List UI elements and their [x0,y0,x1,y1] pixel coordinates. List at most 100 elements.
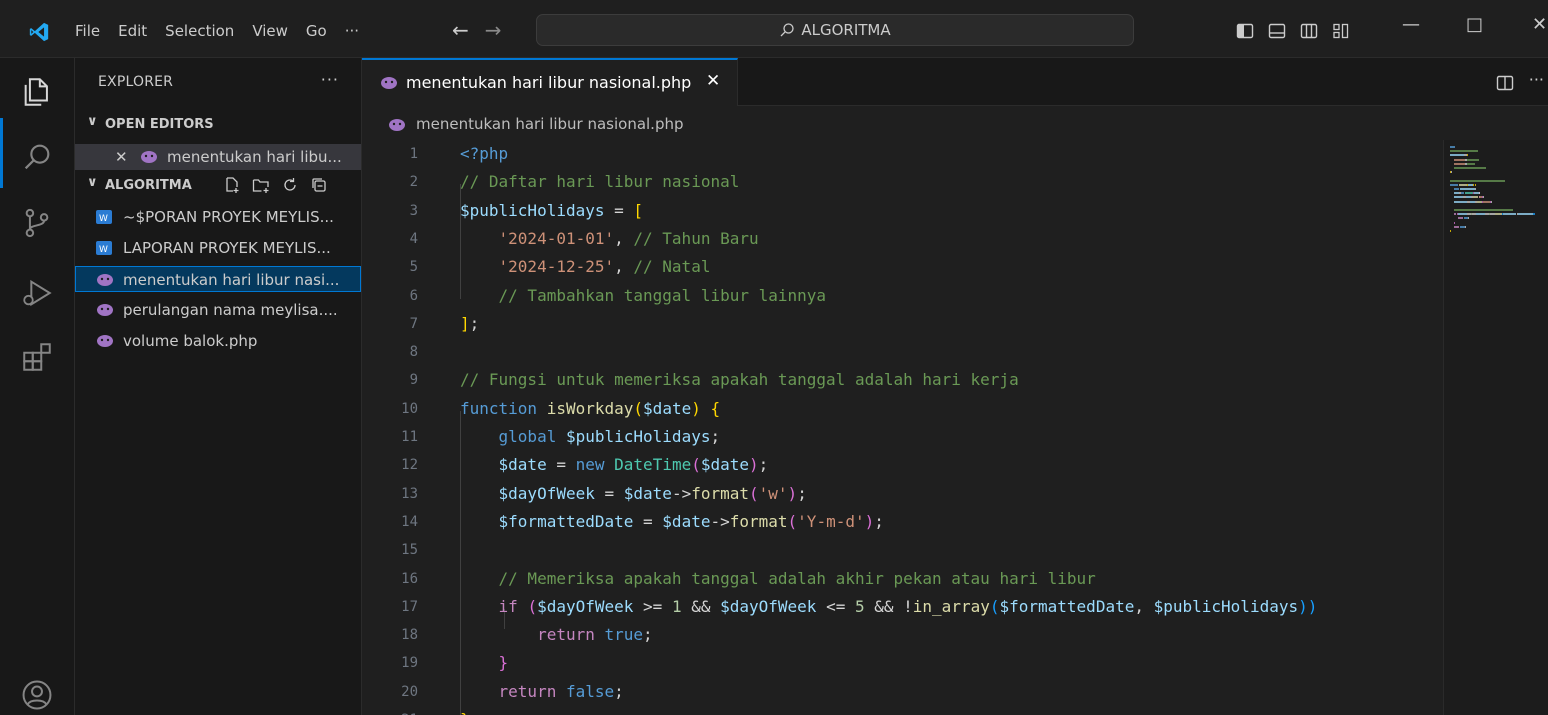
tab-more-button[interactable]: ··· [1529,70,1544,89]
code-line: // Memeriksa apakah tanggal adalah akhir… [460,569,1096,588]
split-editor-icon[interactable] [1496,74,1514,92]
close-window-button[interactable]: ✕ [1532,14,1547,35]
breadcrumb-file[interactable]: menentukan hari libur nasional.php [416,115,684,133]
extensions-icon[interactable] [20,340,54,374]
line-number: 14 [401,513,418,530]
code-token: DateTime [614,455,692,475]
command-center[interactable]: ALGORITMA [536,14,1134,46]
code-editor[interactable]: 123456789101112131415161718192021 <?php/… [362,140,1548,715]
code-line: // Fungsi untuk memeriksa apakah tanggal… [460,370,1019,389]
line-number: 12 [401,457,418,474]
menu-view[interactable]: View [243,16,297,46]
code-line: return true; [460,625,653,644]
account-icon[interactable] [20,678,54,712]
close-editor-icon[interactable]: ✕ [115,148,128,166]
minimap-mark [1453,158,1466,161]
minimap-mark [1453,225,1460,228]
code-token: $date [662,511,711,531]
toggle-primary-sidebar-icon[interactable] [1236,22,1254,40]
close-tab-icon[interactable]: ✕ [706,71,720,91]
open-editors-section[interactable]: ∨ OPEN EDITORS [75,112,362,138]
sidebar-more-button[interactable]: ··· [321,70,339,89]
code-token: $dayOfWeek [537,596,634,616]
code-line: // Daftar hari libur nasional [460,172,739,191]
file-item[interactable]: W ~$PORAN PROYEK MEYLIS... [75,204,361,230]
customize-layout-icon[interactable] [1332,22,1350,40]
code-token: , [614,228,634,248]
menu-edit[interactable]: Edit [109,16,156,46]
minimap-mark [1453,196,1464,199]
maximize-button[interactable]: □ [1466,14,1483,35]
forward-arrow-icon[interactable]: → [485,18,502,42]
code-token: ( [633,398,644,418]
vscode-logo-icon [29,22,49,42]
active-indicator [0,118,3,188]
file-item[interactable]: volume balok.php [75,328,361,354]
tab-label: menentukan hari libur nasional.php [406,73,692,92]
navigation-arrows: ← → [452,18,502,42]
minimap[interactable] [1443,140,1548,715]
run-debug-icon[interactable] [20,276,54,310]
menu-more[interactable]: ··· [336,16,368,46]
code-token: , [1134,596,1154,616]
collapse-all-icon[interactable] [310,176,328,194]
code-token: 'w' [758,483,788,503]
title-bar: File Edit Selection View Go ··· ← → ALGO… [0,0,1548,58]
code-token: function [460,398,538,418]
search-icon [780,23,795,37]
toggle-secondary-sidebar-icon[interactable] [1300,22,1318,40]
code-token: ; [758,455,769,475]
folder-label: ALGORITMA [105,178,192,193]
menu-file[interactable]: File [66,16,109,46]
code-token: // Natal [633,257,711,277]
refresh-icon[interactable] [281,176,299,194]
new-file-icon[interactable] [223,176,241,194]
minimap-mark [1483,200,1490,203]
code-token: $publicHolidays [460,200,605,220]
toggle-panel-icon[interactable] [1268,22,1286,40]
search-activity-icon[interactable] [20,140,54,174]
file-item[interactable]: W LAPORAN PROYEK MEYLIS... [75,235,361,261]
folder-tools [223,176,328,194]
file-name: ~$PORAN PROYEK MEYLIS... [123,208,334,226]
sidebar-title: EXPLORER [98,74,174,90]
code-token: = [594,483,624,503]
chevron-down-icon: ∨ [87,175,98,190]
code-token: '2024-12-25' [498,257,615,277]
code-line: $dayOfWeek = $date->format('w'); [460,484,807,503]
code-token: [ [633,200,644,220]
line-number: 13 [401,485,418,502]
editor-tab-active[interactable]: menentukan hari libur nasional.php ✕ [362,58,738,106]
menu-go[interactable]: Go [297,16,336,46]
file-name: LAPORAN PROYEK MEYLIS... [123,239,331,257]
minimap-mark [1450,183,1458,186]
source-control-icon[interactable] [20,206,54,240]
file-item[interactable]: perulangan nama meylisa.... [75,297,361,323]
code-token: ) [864,511,875,531]
open-editor-item[interactable]: ✕ menentukan hari libu... [75,144,361,170]
minimap-mark [1453,167,1487,169]
folder-section-algoritma[interactable]: ∨ ALGORITMA [75,173,362,199]
explorer-icon[interactable] [20,75,54,109]
code-token: true [604,625,644,645]
code-line: <?php [460,144,508,163]
new-folder-icon[interactable] [252,176,270,194]
php-file-icon [381,77,397,89]
minimap-mark [1467,158,1480,161]
code-token: } [460,710,470,715]
file-item-selected[interactable]: menentukan hari libur nasi... [75,266,361,292]
code-token: in_array [912,596,990,616]
menu-selection[interactable]: Selection [156,16,243,46]
line-number: 16 [401,570,418,587]
code-token: ( [787,511,798,531]
code-token: )) [1298,596,1318,616]
code-line: } [460,710,470,715]
code-token: if [498,596,518,616]
line-number: 10 [401,400,418,417]
back-arrow-icon[interactable]: ← [452,18,469,42]
minimize-button[interactable]: — [1402,14,1420,35]
